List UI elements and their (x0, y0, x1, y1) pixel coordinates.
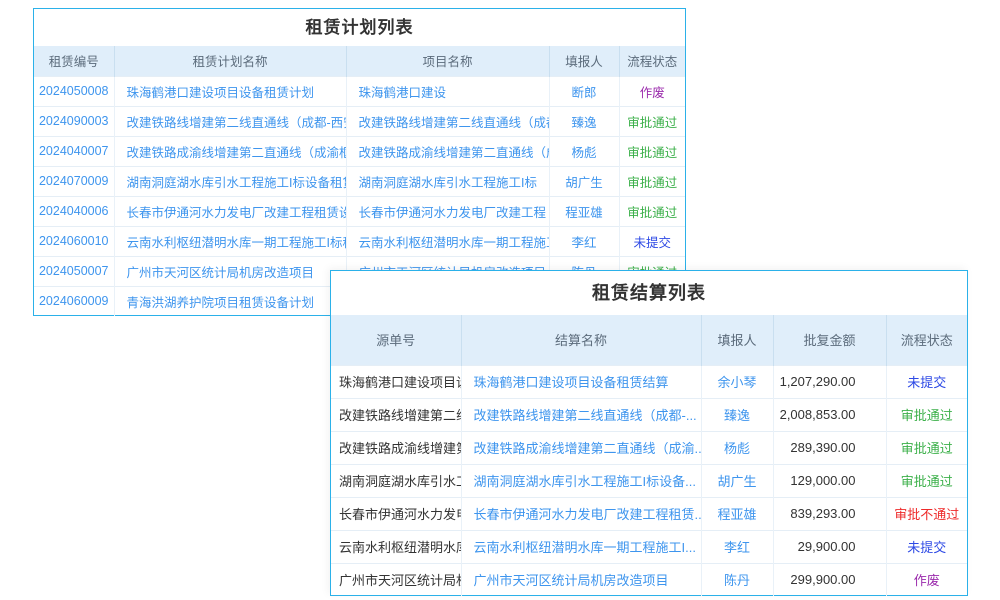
lease-id-link[interactable]: 2024040006 (39, 204, 109, 218)
source-no-cell: 湖南洞庭湖水库引水工程... (331, 464, 461, 497)
plan-name-link[interactable]: 改建铁路成渝线增建第二直通线（成渝枢... (127, 146, 347, 160)
source-no-cell: 广州市天河区统计局机房... (331, 563, 461, 596)
table-row: 2024060010 云南水利枢纽潜明水库一期工程施工I标租... 云南水利枢纽… (34, 226, 685, 256)
amount-text: 289,390.00 (773, 431, 886, 464)
settlement-name-link[interactable]: 改建铁路成渝线增建第二直通线（成渝... (474, 441, 702, 456)
settlement-header-row: 源单号 结算名称 填报人 批复金额 流程状态 (331, 315, 967, 365)
source-no-cell: 长春市伊通河水力发电厂... (331, 497, 461, 530)
table-row: 长春市伊通河水力发电厂... 长春市伊通河水力发电厂改建工程租赁... 程亚雄 … (331, 497, 967, 530)
table-row: 2024050008 珠海鹤港口建设项目设备租赁计划 珠海鹤港口建设 断郎 作废 (34, 76, 685, 106)
table-row: 珠海鹤港口建设项目设备... 珠海鹤港口建设项目设备租赁结算 余小琴 1,207… (331, 365, 967, 398)
amount-text: 1,207,290.00 (773, 365, 886, 398)
source-no-cell: 云南水利枢纽潜明水库一... (331, 530, 461, 563)
table-row: 2024040006 长春市伊通河水力发电厂改建工程租赁设... 长春市伊通河水… (34, 196, 685, 226)
filler-link[interactable]: 陈丹 (724, 573, 750, 588)
filler-link[interactable]: 断郎 (571, 86, 596, 100)
filler-link[interactable]: 臻逸 (571, 116, 596, 130)
col-header-status: 流程状态 (886, 315, 967, 365)
lease-settlement-list-panel: 租赁结算列表 源单号 结算名称 填报人 批复金额 流程状态 珠海鹤港口建设项目设… (330, 270, 968, 596)
col-header-filler: 填报人 (549, 46, 619, 76)
filler-link[interactable]: 程亚雄 (565, 206, 603, 220)
table-row: 湖南洞庭湖水库引水工程... 湖南洞庭湖水库引水工程施工I标设备... 胡广生 … (331, 464, 967, 497)
filler-link[interactable]: 李红 (571, 236, 596, 250)
project-name-link[interactable]: 珠海鹤港口建设 (359, 86, 447, 100)
project-name-link[interactable]: 改建铁路线增建第二线直通线（成都-... (359, 116, 550, 130)
lease-id-link[interactable]: 2024050007 (39, 264, 109, 278)
plan-name-link[interactable]: 云南水利枢纽潜明水库一期工程施工I标租... (127, 236, 347, 250)
lease-id-link[interactable]: 2024060010 (39, 234, 109, 248)
amount-text: 299,900.00 (773, 563, 886, 596)
status-text: 审批通过 (901, 408, 953, 423)
lease-plan-list-title: 租赁计划列表 (34, 9, 685, 46)
amount-text: 2,008,853.00 (773, 398, 886, 431)
lease-settlement-table: 源单号 结算名称 填报人 批复金额 流程状态 珠海鹤港口建设项目设备... 珠海… (331, 315, 967, 596)
col-header-project-name: 项目名称 (346, 46, 549, 76)
plan-name-link[interactable]: 青海洪湖养护院项目租赁设备计划 (127, 296, 315, 310)
project-name-link[interactable]: 改建铁路成渝线增建第二直通线（成... (359, 146, 550, 160)
plan-name-link[interactable]: 长春市伊通河水力发电厂改建工程租赁设... (127, 206, 347, 220)
project-name-link[interactable]: 湖南洞庭湖水库引水工程施工I标 (359, 176, 537, 190)
filler-link[interactable]: 余小琴 (717, 375, 756, 390)
col-header-settlement-name: 结算名称 (461, 315, 701, 365)
amount-text: 839,293.00 (773, 497, 886, 530)
table-row: 2024070009 湖南洞庭湖水库引水工程施工I标设备租赁... 湖南洞庭湖水… (34, 166, 685, 196)
settlement-name-link[interactable]: 珠海鹤港口建设项目设备租赁结算 (474, 375, 669, 390)
settlement-name-link[interactable]: 云南水利枢纽潜明水库一期工程施工I... (474, 540, 696, 555)
filler-link[interactable]: 李红 (724, 540, 750, 555)
lease-id-link[interactable]: 2024060009 (39, 294, 109, 308)
settlement-name-link[interactable]: 湖南洞庭湖水库引水工程施工I标设备... (474, 474, 696, 489)
amount-text: 129,000.00 (773, 464, 886, 497)
status-text: 未提交 (633, 236, 671, 250)
plan-name-link[interactable]: 广州市天河区统计局机房改造项目 (127, 266, 315, 280)
amount-text: 29,900.00 (773, 530, 886, 563)
settlement-name-link[interactable]: 改建铁路线增建第二线直通线（成都-... (474, 408, 697, 423)
col-header-amount: 批复金额 (773, 315, 886, 365)
plan-name-link[interactable]: 改建铁路线增建第二线直通线（成都-西安... (127, 116, 347, 130)
status-text: 审批不通过 (894, 507, 959, 522)
status-text: 审批通过 (901, 474, 953, 489)
filler-link[interactable]: 臻逸 (724, 408, 750, 423)
lease-id-link[interactable]: 2024050008 (39, 84, 109, 98)
status-text: 未提交 (907, 540, 946, 555)
settlement-name-link[interactable]: 广州市天河区统计局机房改造项目 (474, 573, 669, 588)
lease-settlement-list-title: 租赁结算列表 (331, 271, 967, 315)
status-text: 审批通过 (627, 206, 677, 220)
filler-link[interactable]: 杨彪 (724, 441, 750, 456)
col-header-source-no: 源单号 (331, 315, 461, 365)
plan-header-row: 租赁编号 租赁计划名称 项目名称 填报人 流程状态 (34, 46, 685, 76)
status-text: 审批通过 (627, 176, 677, 190)
project-name-link[interactable]: 长春市伊通河水力发电厂改建工程 (359, 206, 547, 220)
project-name-link[interactable]: 云南水利枢纽潜明水库一期工程施工I标 (359, 236, 550, 250)
col-header-plan-name: 租赁计划名称 (114, 46, 346, 76)
source-no-cell: 改建铁路成渝线增建第二... (331, 431, 461, 464)
table-row: 2024090003 改建铁路线增建第二线直通线（成都-西安... 改建铁路线增… (34, 106, 685, 136)
filler-link[interactable]: 胡广生 (565, 176, 603, 190)
lease-id-link[interactable]: 2024040007 (39, 144, 109, 158)
filler-link[interactable]: 胡广生 (717, 474, 756, 489)
status-text: 审批通过 (627, 116, 677, 130)
col-header-status: 流程状态 (619, 46, 685, 76)
filler-link[interactable]: 杨彪 (571, 146, 596, 160)
status-text: 作废 (914, 573, 940, 588)
status-text: 未提交 (907, 375, 946, 390)
status-text: 审批通过 (627, 146, 677, 160)
filler-link[interactable]: 程亚雄 (717, 507, 756, 522)
table-row: 改建铁路成渝线增建第二... 改建铁路成渝线增建第二直通线（成渝... 杨彪 2… (331, 431, 967, 464)
source-no-cell: 珠海鹤港口建设项目设备... (331, 365, 461, 398)
col-header-filler: 填报人 (701, 315, 773, 365)
lease-id-link[interactable]: 2024090003 (39, 114, 109, 128)
status-text: 作废 (640, 86, 665, 100)
plan-name-link[interactable]: 珠海鹤港口建设项目设备租赁计划 (127, 86, 315, 100)
plan-name-link[interactable]: 湖南洞庭湖水库引水工程施工I标设备租赁... (127, 176, 347, 190)
settlement-name-link[interactable]: 长春市伊通河水力发电厂改建工程租赁... (474, 507, 702, 522)
col-header-lease-id: 租赁编号 (34, 46, 114, 76)
table-row: 云南水利枢纽潜明水库一... 云南水利枢纽潜明水库一期工程施工I... 李红 2… (331, 530, 967, 563)
table-row: 2024040007 改建铁路成渝线增建第二直通线（成渝枢... 改建铁路成渝线… (34, 136, 685, 166)
table-row: 广州市天河区统计局机房... 广州市天河区统计局机房改造项目 陈丹 299,90… (331, 563, 967, 596)
table-row: 改建铁路线增建第二线直... 改建铁路线增建第二线直通线（成都-... 臻逸 2… (331, 398, 967, 431)
source-no-cell: 改建铁路线增建第二线直... (331, 398, 461, 431)
lease-id-link[interactable]: 2024070009 (39, 174, 109, 188)
status-text: 审批通过 (901, 441, 953, 456)
